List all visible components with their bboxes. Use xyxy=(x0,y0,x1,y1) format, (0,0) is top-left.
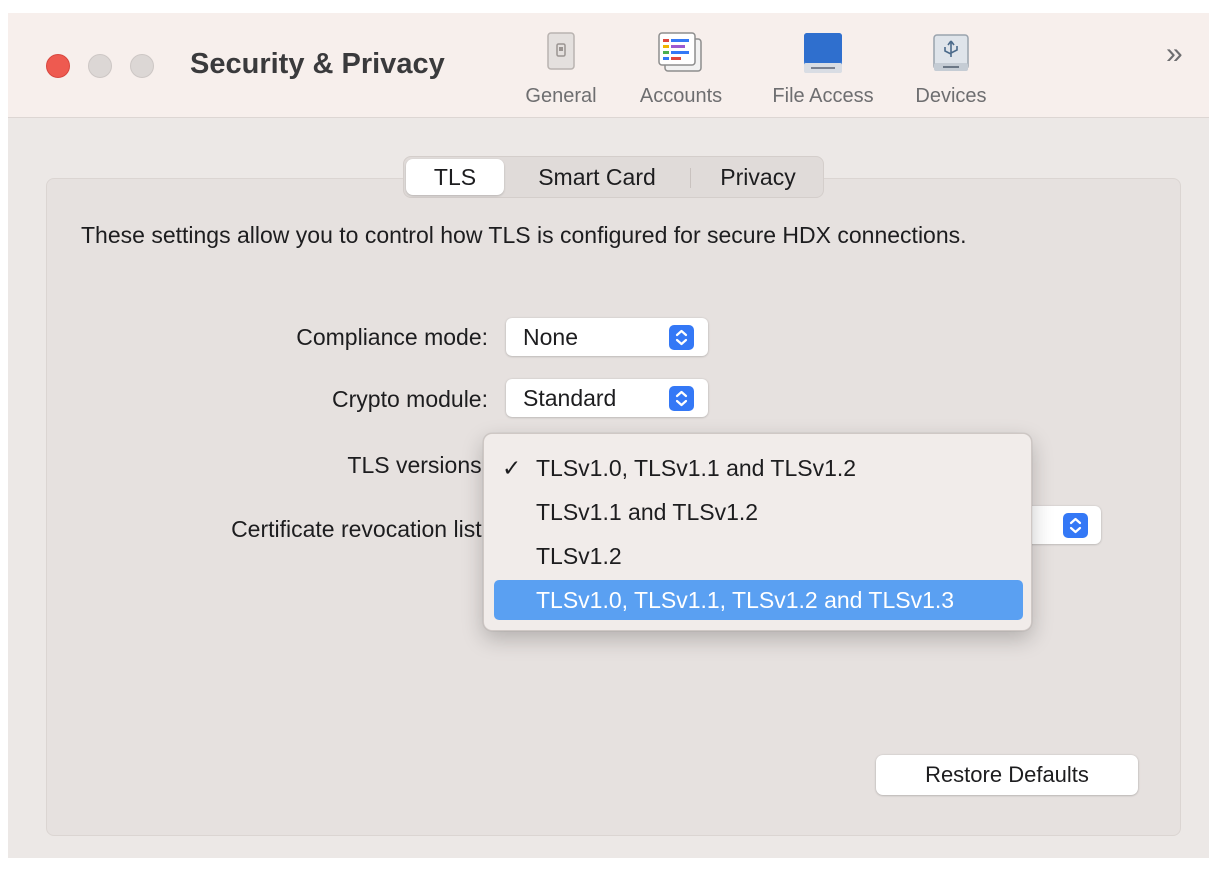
preferences-window: Security & Privacy General Accounts File… xyxy=(8,13,1209,858)
compliance-mode-label: Compliance mode: xyxy=(296,324,488,350)
toolbar-item-file-access[interactable]: File Access xyxy=(756,27,890,117)
compliance-mode-value: None xyxy=(523,324,578,350)
general-icon xyxy=(546,31,576,76)
file-access-icon xyxy=(801,31,845,80)
tls-option-1-0-1-1-1-2[interactable]: ✓ TLSv1.0, TLSv1.1 and TLSv1.2 xyxy=(494,448,1023,488)
tab-divider xyxy=(690,168,691,188)
tls-versions-label: TLS versions: xyxy=(347,452,488,478)
tls-option-label: TLSv1.1 and TLSv1.2 xyxy=(536,499,759,525)
tab-smart-card[interactable]: Smart Card xyxy=(508,157,686,197)
tls-option-1-0-1-1-1-2-1-3[interactable]: TLSv1.0, TLSv1.1, TLSv1.2 and TLSv1.3 xyxy=(494,580,1023,620)
checkmark-icon: ✓ xyxy=(502,455,522,481)
zoom-button[interactable] xyxy=(130,54,154,78)
up-down-arrows-icon xyxy=(669,325,694,350)
toolbar-overflow-chevron-icon[interactable]: » xyxy=(1166,37,1183,71)
tab-privacy[interactable]: Privacy xyxy=(694,157,822,197)
tls-description: These settings allow you to control how … xyxy=(81,222,967,248)
toolbar-item-devices[interactable]: Devices xyxy=(907,27,995,117)
crypto-module-value: Standard xyxy=(523,385,617,411)
tls-option-label: TLSv1.0, TLSv1.1 and TLSv1.2 xyxy=(536,455,857,481)
up-down-arrows-icon xyxy=(1063,513,1088,538)
title-bar: Security & Privacy General Accounts File… xyxy=(8,13,1209,118)
minimize-button[interactable] xyxy=(88,54,112,78)
crypto-module-label: Crypto module: xyxy=(332,386,488,412)
devices-icon xyxy=(931,31,971,80)
close-button[interactable] xyxy=(46,54,70,78)
up-down-arrows-icon xyxy=(669,386,694,411)
tab-tls[interactable]: TLS xyxy=(406,159,504,195)
toolbar-label-file-access: File Access xyxy=(772,85,874,107)
tls-versions-dropdown-menu: ✓ TLSv1.0, TLSv1.1 and TLSv1.2 TLSv1.1 a… xyxy=(483,433,1032,631)
restore-defaults-button[interactable]: Restore Defaults xyxy=(876,755,1138,795)
crypto-module-popup[interactable]: Standard xyxy=(506,379,708,417)
tls-option-1-1-1-2[interactable]: TLSv1.1 and TLSv1.2 xyxy=(494,492,1023,532)
certificate-revocation-list-label: Certificate revocation list: xyxy=(231,516,488,542)
accounts-icon xyxy=(657,31,705,80)
toolbar-label-general: General xyxy=(525,85,597,107)
toolbar-item-general[interactable]: General xyxy=(516,27,606,117)
toolbar-label-devices: Devices xyxy=(915,85,987,107)
tls-option-label: TLSv1.2 xyxy=(536,543,622,569)
tls-option-label: TLSv1.0, TLSv1.1, TLSv1.2 and TLSv1.3 xyxy=(536,587,955,613)
toolbar-item-accounts[interactable]: Accounts xyxy=(629,27,733,117)
tab-selector: TLS Smart Card Privacy xyxy=(403,156,824,198)
toolbar-label-accounts: Accounts xyxy=(639,85,723,107)
compliance-mode-popup[interactable]: None xyxy=(506,318,708,356)
window-title: Security & Privacy xyxy=(190,48,445,80)
tls-option-1-2[interactable]: TLSv1.2 xyxy=(494,536,1023,576)
